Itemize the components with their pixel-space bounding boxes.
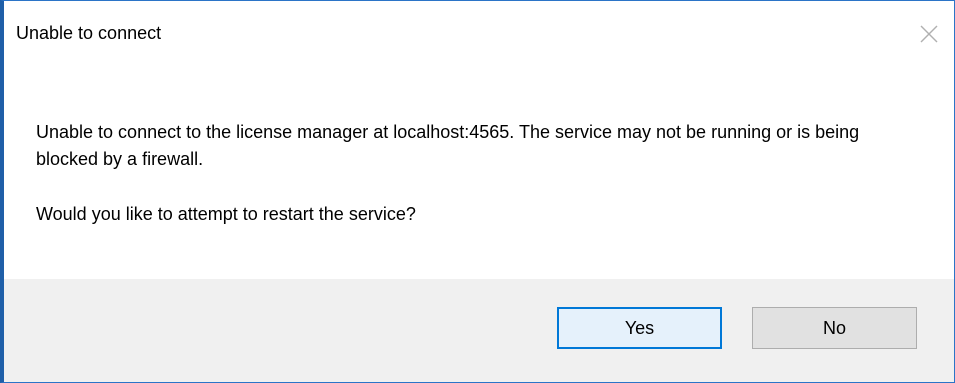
dialog-message: Unable to connect to the license manager… bbox=[36, 122, 860, 169]
close-button[interactable] bbox=[912, 17, 946, 51]
dialog-question: Would you like to attempt to restart the… bbox=[36, 204, 416, 224]
close-icon bbox=[919, 24, 939, 44]
message-dialog: Unable to connect Unable to connect to t… bbox=[0, 0, 955, 383]
button-bar: Yes No bbox=[4, 279, 954, 382]
no-button[interactable]: No bbox=[752, 307, 917, 349]
dialog-content: Unable to connect to the license manager… bbox=[36, 119, 914, 224]
title-bar: Unable to connect bbox=[4, 1, 954, 63]
yes-button[interactable]: Yes bbox=[557, 307, 722, 349]
dialog-title: Unable to connect bbox=[16, 23, 162, 43]
